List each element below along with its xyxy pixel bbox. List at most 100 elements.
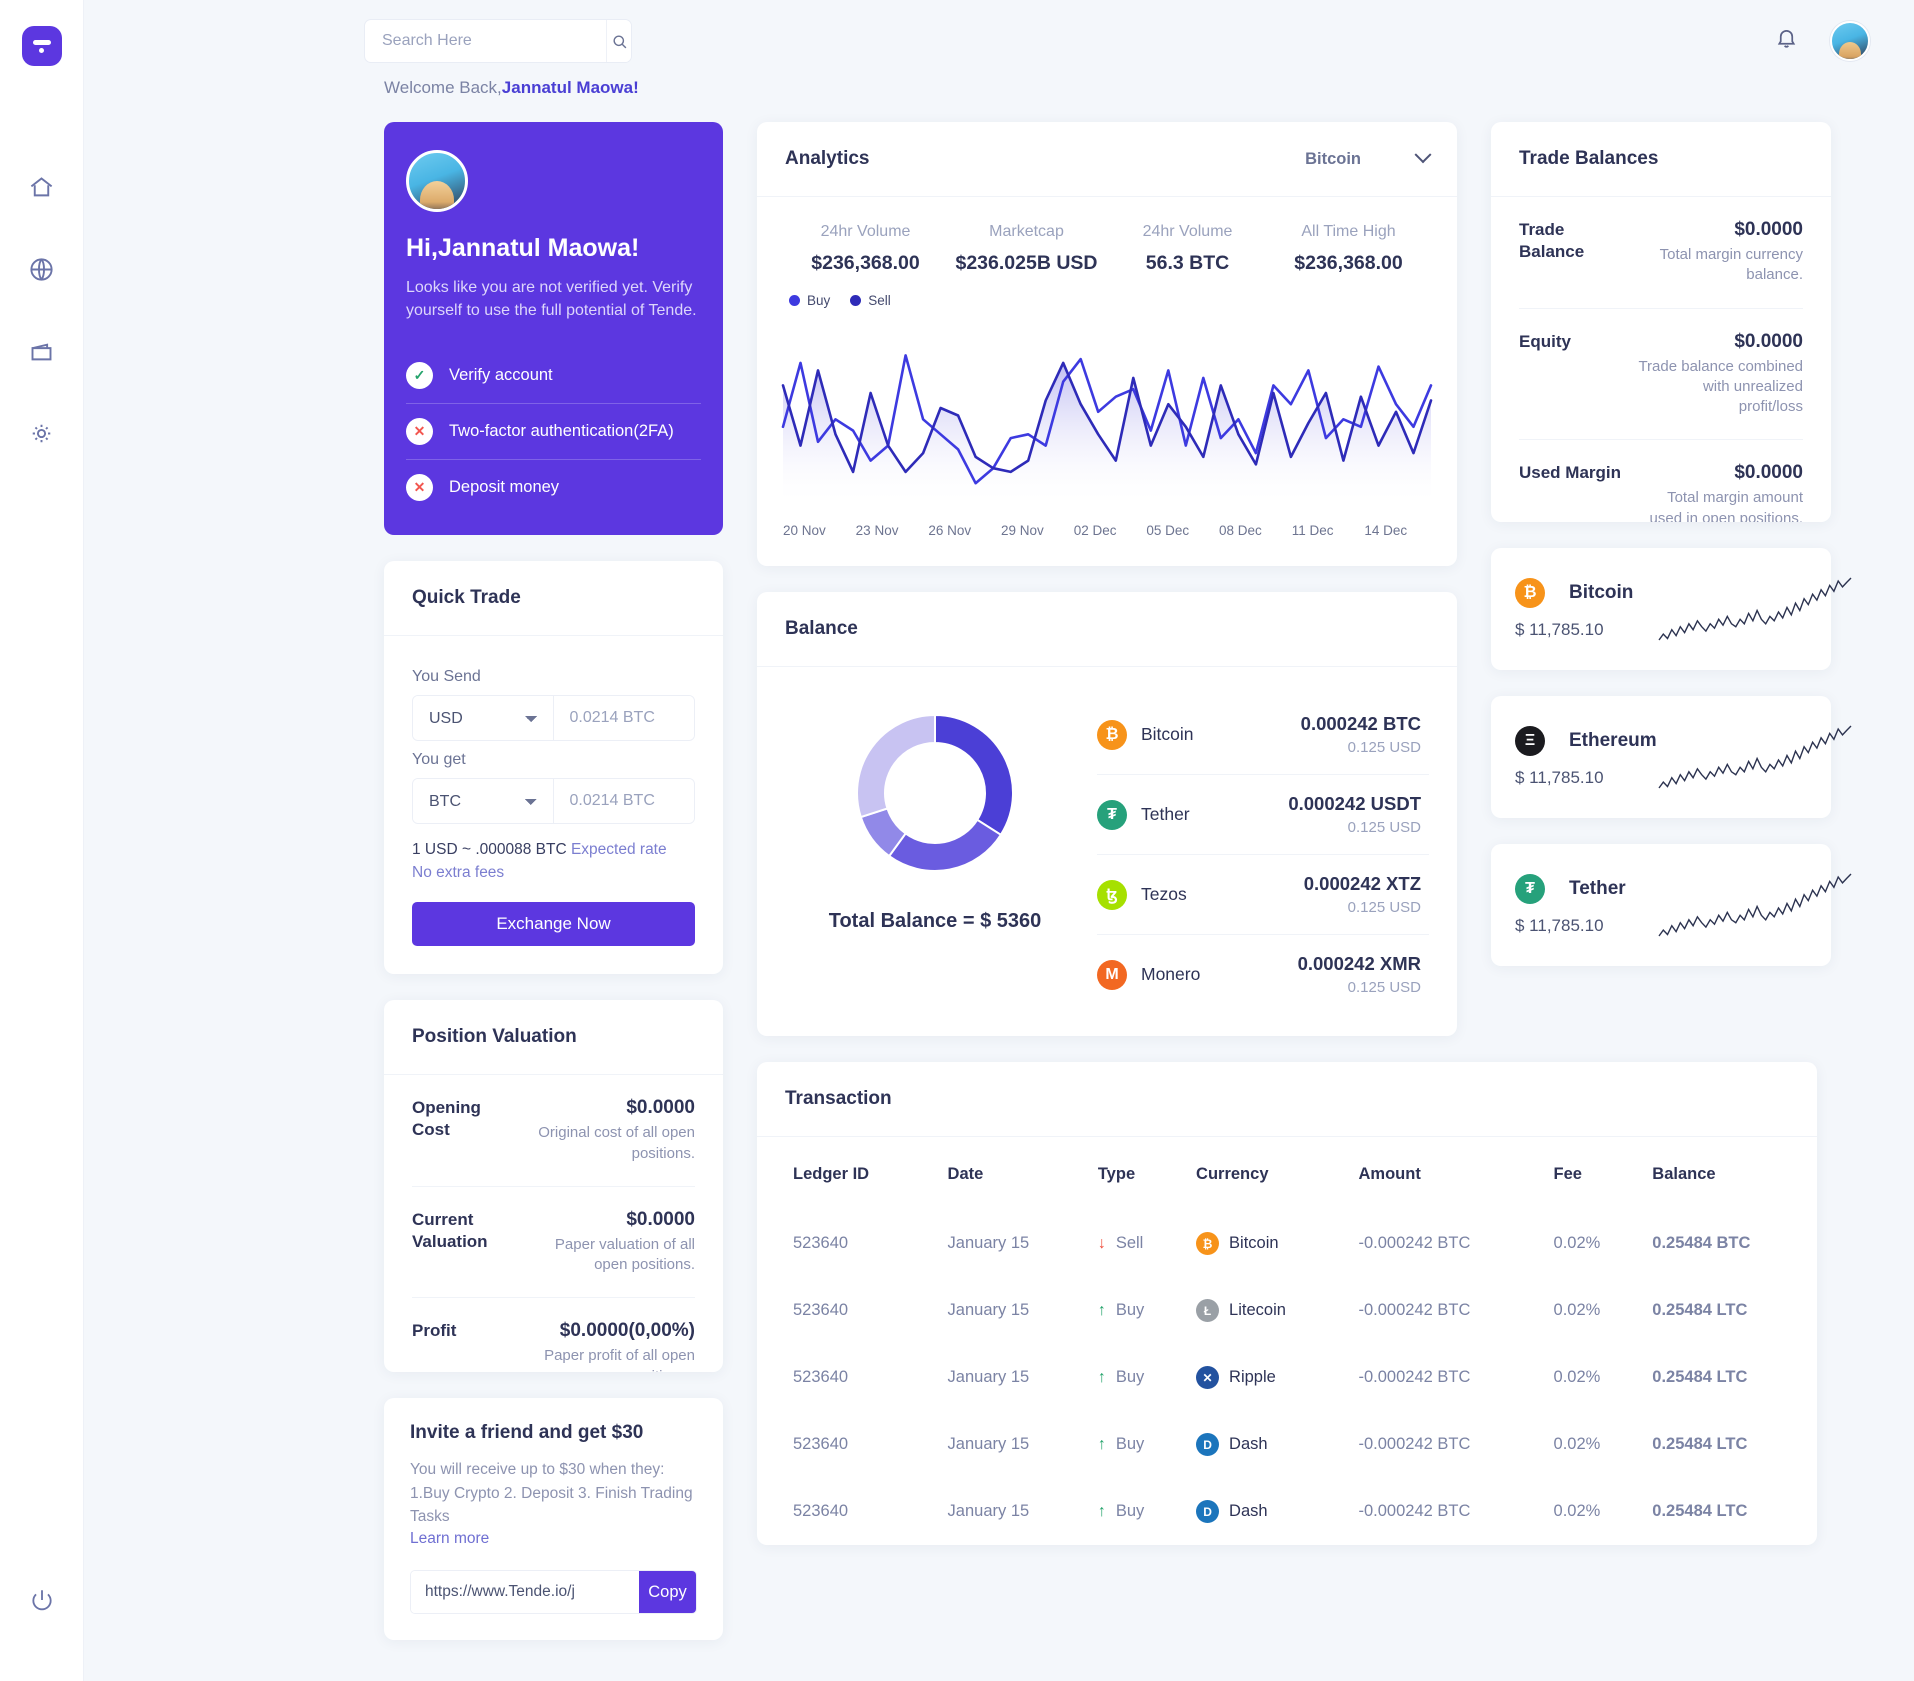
row-right: $0.0000(0,00%) Paper profit of all open … (528, 1320, 695, 1372)
sparkline-chart (1655, 722, 1855, 792)
row-key: Used Margin (1519, 463, 1622, 483)
ticker-card-bitcoin[interactable]: ₿ Bitcoin $ 11,785.10 (1491, 548, 1852, 670)
right-column: Trade Balances Trade Balance $0.0000 Tot… (1491, 122, 1852, 966)
coin-name: Monero (1141, 964, 1201, 985)
table-row[interactable]: 523640 January 15 ↑ Buy (757, 1277, 1817, 1344)
search-input[interactable] (365, 20, 606, 62)
legend-dot (850, 295, 862, 307)
get-amount-input[interactable] (553, 779, 694, 824)
balance-donut-chart (856, 714, 1014, 873)
position-valuation-card: Position Valuation Opening Cost $0.0000 … (384, 1000, 723, 1373)
logout-button[interactable] (25, 1583, 59, 1617)
coin-name: Bitcoin (1141, 724, 1194, 745)
cell-balance: 0.25484 LTC (1652, 1502, 1748, 1521)
col-type: Type (1097, 1165, 1136, 1184)
profile-description: Looks like you are not verified yet. Ver… (406, 279, 697, 319)
coin-amount: 0.000242 USDT 0.125 USD (1288, 793, 1421, 836)
ticker-card-ethereum[interactable]: Ξ Ethereum $ 11,785.10 (1491, 696, 1852, 818)
sidebar-item-home[interactable] (25, 170, 59, 204)
table-row[interactable]: 523640 January 15 ↓ Sell ₿ Bitcoin -0.00… (757, 1210, 1817, 1277)
invite-url-input[interactable] (411, 1571, 639, 1614)
currency-label: Bitcoin (1229, 1234, 1279, 1253)
axis-tick: 20 Nov (783, 523, 826, 539)
ticker-label: Tether (1569, 878, 1626, 899)
row-right: $0.0000 Original cost of all open positi… (528, 1097, 695, 1164)
you-send-label: You Send (412, 668, 481, 686)
type-label: Sell (1115, 1234, 1144, 1253)
currency-wrap: ₿ Bitcoin (1196, 1232, 1338, 1256)
sparkline-path (1658, 873, 1852, 937)
ticker-price: $ 11,785.10 (1515, 620, 1604, 639)
amount-usd: 0.125 USD (1347, 739, 1421, 757)
checklist-item-verify-account[interactable]: ✓ Verify account (406, 348, 701, 405)
position-valuation-title: Position Valuation (384, 1000, 723, 1076)
sidebar-item-settings[interactable] (25, 416, 59, 450)
search-box[interactable] (364, 19, 632, 63)
amount-value: 0.000242 USDT (1288, 793, 1421, 815)
arrow-up-icon: ↑ (1097, 1368, 1106, 1386)
balance-coin-list: ₿ Bitcoin 0.000242 BTC 0.125 USD ₮ Tethe… (1085, 695, 1429, 1014)
checklist-item-2fa[interactable]: ✕ Two-factor authentication(2FA) (406, 404, 701, 461)
currency-wrap: ✕ Ripple (1196, 1366, 1338, 1390)
cell-ledger-id: 523640 (793, 1502, 849, 1521)
balance-row: Equity $0.0000 Trade balance combined wi… (1519, 309, 1803, 441)
dash-icon: D (1196, 1500, 1220, 1524)
row-key: Trade Balance (1519, 220, 1585, 262)
send-currency-select[interactable]: USD (413, 696, 554, 741)
rate-label: Expected rate (570, 841, 667, 859)
col-date: Date (947, 1165, 984, 1184)
list-item: ₿ Bitcoin 0.000242 BTC 0.125 USD (1097, 695, 1429, 776)
sidebar-item-markets[interactable] (25, 252, 59, 286)
sparkline-chart (1655, 574, 1855, 644)
legend-item-buy: Buy (789, 293, 830, 308)
checklist-label: Two-factor authentication(2FA) (449, 422, 674, 441)
bell-icon[interactable] (1775, 27, 1798, 55)
dash-icon: D (1196, 1433, 1220, 1457)
stat-label: Marketcap (989, 223, 1064, 240)
amount-usd: 0.125 USD (1347, 819, 1421, 837)
checklist-item-deposit[interactable]: ✕ Deposit money (406, 460, 701, 515)
type-wrap: ↑ Buy (1098, 1502, 1176, 1521)
cell-balance: 0.25484 LTC (1652, 1301, 1748, 1320)
cell-fee: 0.02% (1553, 1234, 1601, 1253)
amount-value: 0.000242 XMR (1297, 953, 1421, 975)
send-amount-input[interactable] (553, 696, 694, 741)
get-currency-select[interactable]: BTC (413, 779, 554, 824)
row-key: Opening Cost (412, 1098, 481, 1140)
trade-balances-list: Trade Balance $0.0000 Total margin curre… (1491, 197, 1831, 522)
total-balance-label: Total Balance = $ 5360 (828, 910, 1042, 933)
rate-value: 1 USD ~ .000088 BTC (412, 841, 567, 859)
arrow-down-icon: ↓ (1097, 1234, 1106, 1252)
table-row[interactable]: 523640 January 15 ↑ Buy (757, 1478, 1817, 1545)
copy-button[interactable]: Copy (639, 1571, 696, 1614)
cell-currency: ₿ Bitcoin (1186, 1210, 1348, 1277)
exchange-now-button[interactable]: Exchange Now (412, 902, 695, 947)
avatar[interactable] (1830, 21, 1870, 61)
donut-segment (887, 818, 1003, 873)
type-wrap: ↓ Sell (1098, 1234, 1176, 1253)
learn-more-link[interactable]: Learn more (410, 1530, 489, 1548)
search-icon[interactable] (606, 20, 631, 62)
table-row[interactable]: 523640 January 15 ↑ Buy (757, 1411, 1817, 1478)
axis-tick: 26 Nov (928, 523, 972, 539)
coin-amount: 0.000242 XMR 0.125 USD (1298, 953, 1421, 996)
cell-type: ↓ Sell (1088, 1210, 1186, 1277)
fees-note: No extra fees (412, 863, 505, 881)
table-body: 523640 January 15 ↓ Sell ₿ Bitcoin -0.00… (757, 1210, 1817, 1545)
sidebar-item-wallet[interactable] (25, 334, 59, 368)
tende-logo-icon[interactable] (21, 26, 62, 66)
coin-selector[interactable]: Bitcoin (1305, 146, 1432, 169)
table-head: Ledger ID Date Type Currency Amount Fee … (757, 1137, 1817, 1210)
tether-icon: ₮ (1515, 874, 1545, 904)
cell-amount: -0.000242 BTC (1358, 1234, 1471, 1253)
arrow-up-icon: ↑ (1097, 1435, 1106, 1453)
balance-body: Total Balance = $ 5360 ₿ Bitcoin 0.00024… (757, 667, 1457, 1036)
ticker-card-tether[interactable]: ₮ Tether $ 11,785.10 (1491, 844, 1852, 966)
axis-tick: 02 Dec (1073, 523, 1117, 539)
welcome-prefix: Welcome Back, (384, 78, 502, 97)
ticker-label: Ethereum (1569, 730, 1657, 751)
sparkline-svg (1658, 577, 1852, 641)
amount-usd: 0.125 USD (1347, 979, 1421, 997)
table-row[interactable]: 523640 January 15 ↑ Buy (757, 1344, 1817, 1411)
cell-balance: 0.25484 BTC (1652, 1234, 1751, 1253)
